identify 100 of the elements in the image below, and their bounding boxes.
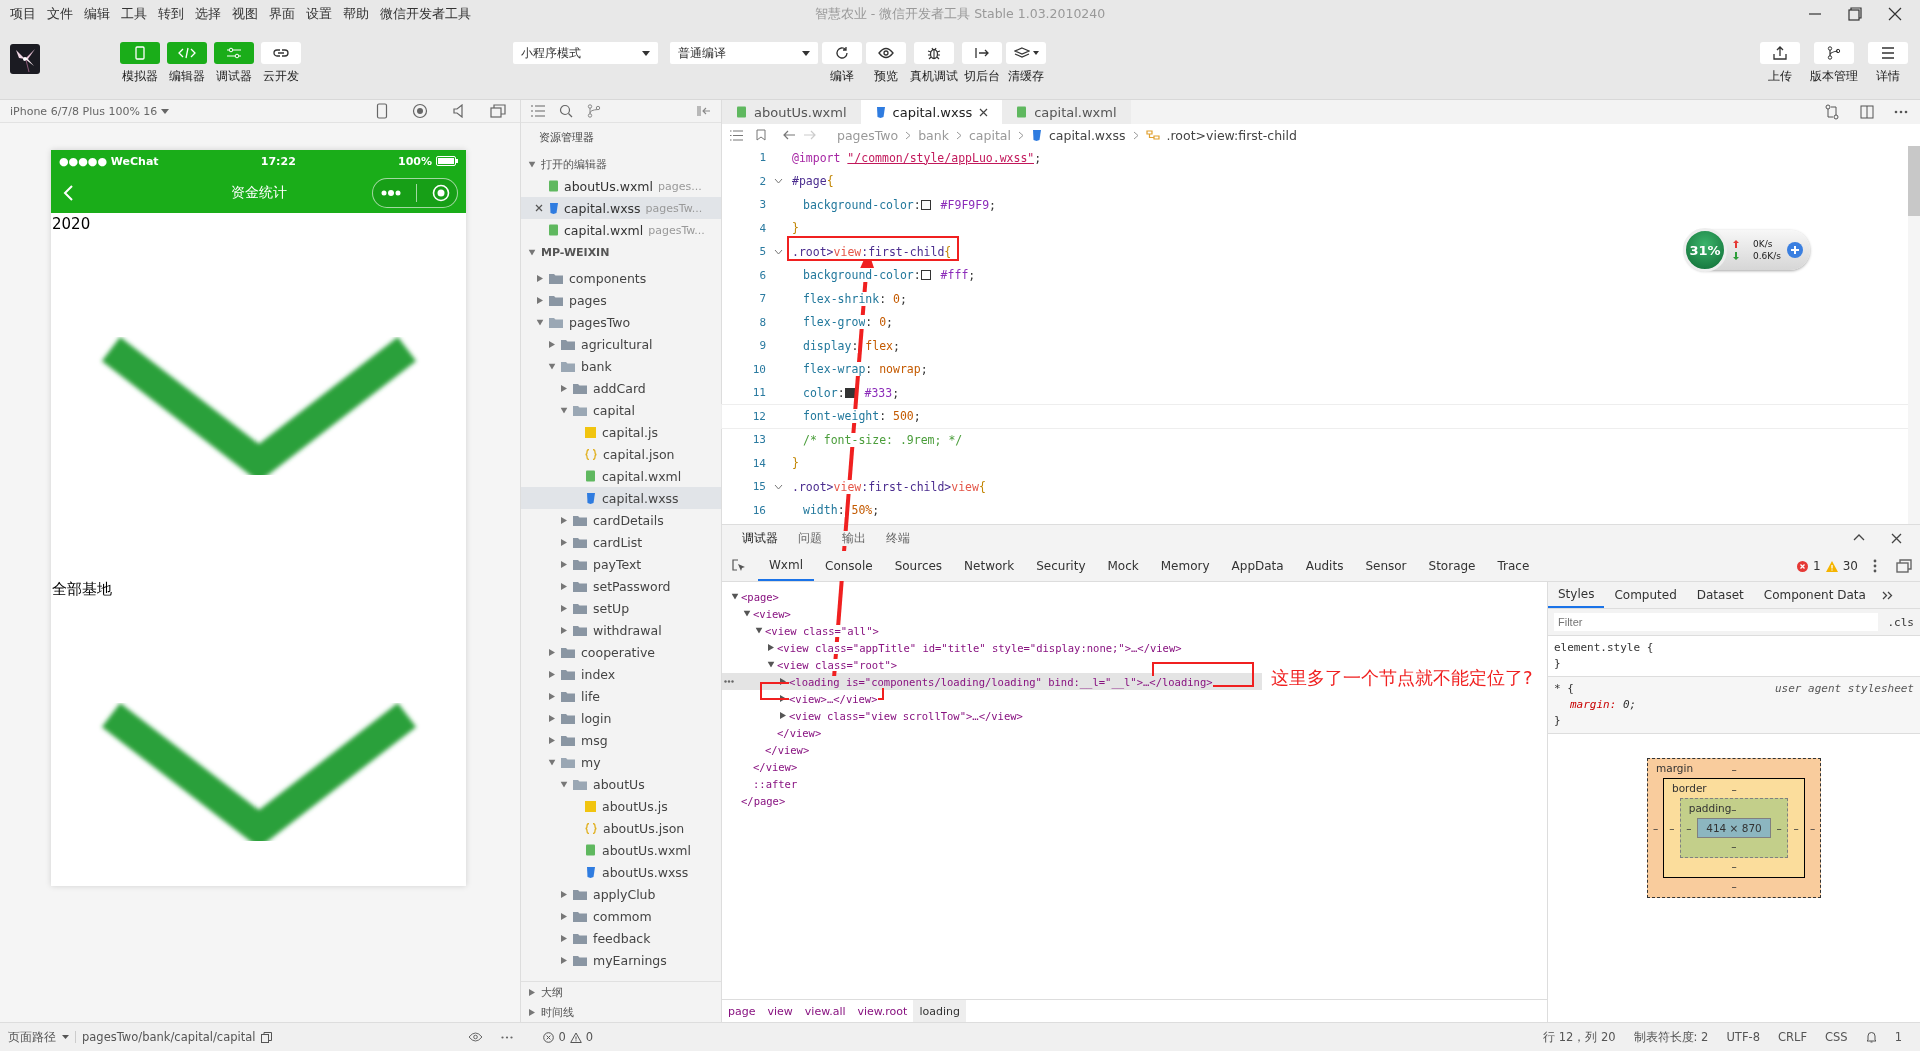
tab-size[interactable]: 制表符长度: 2 xyxy=(1633,1029,1709,1045)
file-tree-item[interactable]: cardDetails xyxy=(521,509,721,531)
close-icon[interactable] xyxy=(1891,532,1902,544)
toolbar-button[interactable] xyxy=(962,42,1002,64)
open-editor-item[interactable]: aboutUs.wxml pages... xyxy=(521,175,721,197)
file-tree-item[interactable]: index xyxy=(521,663,721,685)
toolbar-button[interactable] xyxy=(822,42,862,64)
fold-icon[interactable] xyxy=(773,483,783,490)
file-tree-item[interactable]: capital xyxy=(521,399,721,421)
speaker-icon[interactable] xyxy=(452,104,466,118)
cursor-position[interactable]: 行 12，列 20 xyxy=(1543,1029,1616,1045)
menu-item[interactable]: 文件 xyxy=(47,5,73,23)
restore-icon[interactable] xyxy=(1848,7,1862,21)
file-tree-item[interactable]: capital.json xyxy=(521,443,721,465)
back-icon[interactable] xyxy=(783,130,796,140)
disclosure-icon[interactable] xyxy=(768,644,774,651)
dom-node[interactable]: <loading is="components/loading/loading" bind:__l="__l">…</loading> xyxy=(722,673,1262,690)
file-tree-item[interactable]: pages xyxy=(521,289,721,311)
more-icon[interactable] xyxy=(501,1035,514,1039)
styles-tab[interactable]: Computed xyxy=(1604,582,1687,608)
file-tree-item[interactable]: agricultural xyxy=(521,333,721,355)
file-tree-item[interactable]: aboutUs.wxss xyxy=(521,861,721,883)
breadcrumb-item[interactable]: capital.wxss xyxy=(1048,127,1126,143)
node-breadcrumb[interactable]: view xyxy=(761,1000,799,1022)
close-icon[interactable] xyxy=(535,204,543,212)
inspect-icon[interactable] xyxy=(732,559,746,573)
file-tree-item[interactable]: msg xyxy=(521,729,721,751)
panel-toggle[interactable] xyxy=(214,42,254,64)
bookmark-icon[interactable] xyxy=(756,129,766,141)
file-tree-item[interactable]: capital.js xyxy=(521,421,721,443)
menu-item[interactable]: 界面 xyxy=(269,5,295,23)
file-tree-item[interactable]: aboutUs xyxy=(521,773,721,795)
more-icon[interactable] xyxy=(1894,110,1908,114)
record-icon[interactable] xyxy=(412,103,428,119)
menu-item[interactable]: 设置 xyxy=(306,5,332,23)
disclosure-icon[interactable] xyxy=(780,712,786,719)
file-tree-item[interactable]: login xyxy=(521,707,721,729)
file-tree-item[interactable]: cooperative xyxy=(521,641,721,663)
disclosure-icon[interactable] xyxy=(767,661,775,668)
disclosure-icon[interactable] xyxy=(780,678,786,685)
file-tree-item[interactable]: components xyxy=(521,267,721,289)
close-icon[interactable] xyxy=(1888,7,1902,21)
encoding[interactable]: UTF-8 xyxy=(1726,1030,1760,1044)
scrollbar[interactable] xyxy=(1908,146,1920,524)
menu-item[interactable]: 编辑 xyxy=(84,5,110,23)
disclosure-icon[interactable] xyxy=(755,627,763,634)
toolbar-button[interactable] xyxy=(1760,42,1800,64)
file-tree-item[interactable]: commom xyxy=(521,905,721,927)
file-tree-item[interactable]: cardList xyxy=(521,531,721,553)
file-tree-item[interactable]: capital.wxml xyxy=(521,465,721,487)
network-monitor[interactable]: 31% 0K/s 0.6K/s xyxy=(1685,230,1810,270)
compile-select[interactable]: 普通编译 xyxy=(670,42,818,64)
fold-icon[interactable] xyxy=(773,248,783,255)
file-tree-item[interactable]: withdrawal xyxy=(521,619,721,641)
caret-icon[interactable] xyxy=(62,1035,69,1039)
open-editor-item[interactable]: capital.wxml pagesTw... xyxy=(521,219,721,241)
toolbar-button[interactable] xyxy=(1868,42,1908,64)
toolbar-button[interactable] xyxy=(1006,42,1046,64)
node-breadcrumb[interactable]: view.all xyxy=(798,1000,852,1022)
file-tree-item[interactable]: life xyxy=(521,685,721,707)
toolbar-button[interactable] xyxy=(1814,42,1854,64)
language-mode[interactable]: CSS xyxy=(1825,1030,1848,1044)
mode-select[interactable]: 小程序模式 xyxy=(513,42,658,64)
list-icon[interactable] xyxy=(730,129,743,141)
double-chevron-icon[interactable] xyxy=(1881,590,1893,600)
file-tree-item[interactable]: setPassword xyxy=(521,575,721,597)
panel-tab[interactable]: 调试器 xyxy=(742,530,778,546)
styles-tab[interactable]: Dataset xyxy=(1686,582,1754,608)
phone-icon[interactable] xyxy=(376,103,388,119)
file-tree-item[interactable]: addCard xyxy=(521,377,721,399)
plus-icon[interactable] xyxy=(1786,242,1803,258)
menu-item[interactable]: 视图 xyxy=(232,5,258,23)
chevron-up-icon[interactable] xyxy=(1853,532,1865,541)
filter-field[interactable]: Filter xyxy=(1554,613,1878,631)
editor-tab[interactable]: capital.wxss xyxy=(860,100,1003,124)
file-tree-item[interactable]: feedback xyxy=(521,927,721,949)
compare-icon[interactable] xyxy=(1824,104,1840,120)
more-icon[interactable] xyxy=(724,680,734,683)
branch-icon[interactable] xyxy=(587,104,601,118)
eye-icon[interactable] xyxy=(468,1032,484,1042)
menu-item[interactable]: 工具 xyxy=(121,5,147,23)
file-tree-item[interactable]: aboutUs.wxml xyxy=(521,839,721,861)
editor-tab[interactable]: aboutUs.wxml xyxy=(722,100,861,124)
panel-toggle[interactable] xyxy=(167,42,207,64)
section-header[interactable]: 打开的编辑器 xyxy=(521,153,721,175)
file-tree-item[interactable]: setUp xyxy=(521,597,721,619)
copy-icon[interactable] xyxy=(261,1031,273,1043)
styles-tab[interactable]: Component Data xyxy=(1753,582,1876,608)
open-editor-item[interactable]: capital.wxss pagesTw... xyxy=(521,197,721,219)
file-tree-item[interactable]: myEarnings xyxy=(521,949,721,971)
file-tree-item[interactable]: aboutUs.js xyxy=(521,795,721,817)
panel-tab[interactable]: 问题 xyxy=(798,530,822,546)
more-icon[interactable] xyxy=(380,189,401,196)
file-tree-item[interactable]: capital.wxss xyxy=(521,487,721,509)
disclosure-icon[interactable] xyxy=(743,610,751,617)
panel-tab[interactable]: 输出 xyxy=(842,530,866,546)
device-select[interactable]: iPhone 6/7/8 Plus 100% 16 xyxy=(10,104,158,118)
panel-toggle[interactable] xyxy=(120,42,160,64)
target-icon[interactable] xyxy=(431,183,450,202)
kebab-icon[interactable] xyxy=(1873,559,1877,573)
